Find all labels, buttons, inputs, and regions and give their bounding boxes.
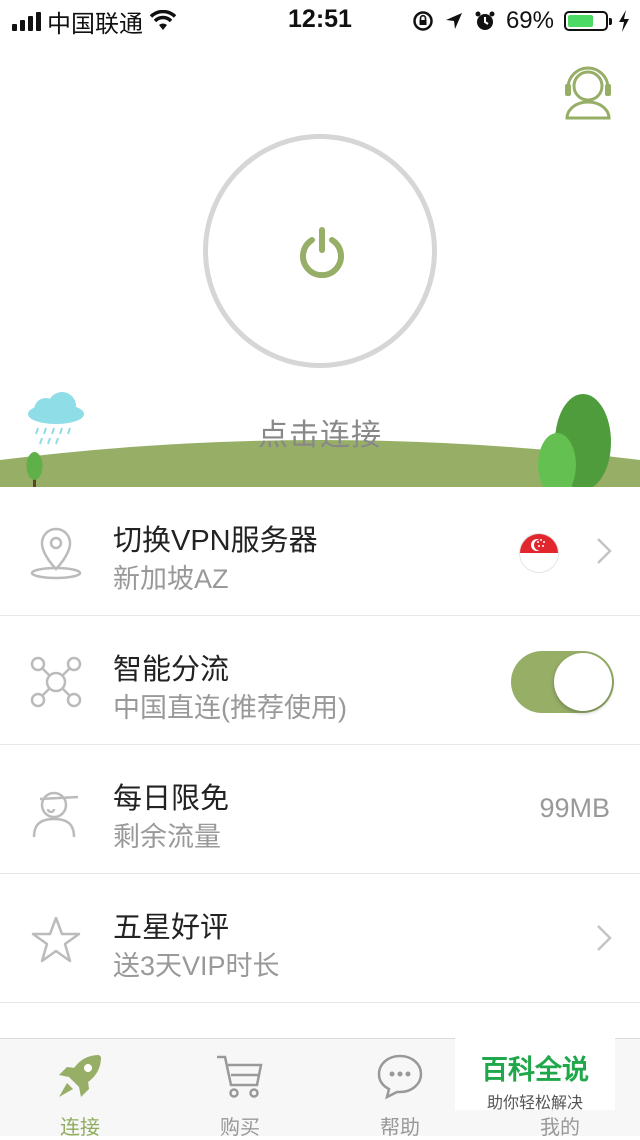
cart-icon	[217, 1055, 263, 1098]
battery-percent: 69%	[505, 7, 554, 34]
smart-split-title: 智能分流	[113, 654, 230, 686]
server-subtitle: 新加坡AZ	[113, 564, 229, 594]
support-icon[interactable]	[562, 62, 614, 120]
smart-split-row: 智能分流 中国直连(推荐使用)	[0, 616, 640, 745]
star-icon	[31, 916, 81, 963]
server-title: 切换VPN服务器	[113, 525, 318, 557]
status-right: 69%	[412, 4, 630, 38]
daily-free-title: 每日限免	[113, 783, 230, 815]
toggle-knob	[554, 653, 612, 711]
rotation-lock-icon	[413, 11, 433, 31]
daily-free-subtitle: 剩余流量	[113, 822, 221, 852]
network-nodes-icon	[30, 656, 82, 708]
power-button[interactable]	[203, 134, 437, 368]
smart-split-subtitle: 中国直连(推荐使用)	[113, 693, 347, 723]
daily-free-row[interactable]: 每日限免 剩余流量 99MB	[0, 745, 640, 874]
rocket-icon	[59, 1055, 101, 1097]
chat-icon	[377, 1054, 423, 1100]
tab-buy[interactable]: 购买	[160, 1039, 320, 1139]
settings-list: 切换VPN服务器 新加坡AZ 智能分流 中国直连(推荐使用) 每日限免 剩余流量…	[0, 487, 640, 1003]
server-row[interactable]: 切换VPN服务器 新加坡AZ	[0, 487, 640, 616]
connect-label[interactable]: 点击连接	[0, 410, 640, 454]
watermark-subtitle: 助你轻松解决	[486, 1095, 583, 1112]
smart-split-toggle[interactable]	[511, 651, 614, 713]
chevron-right-icon	[597, 538, 612, 564]
rating-row[interactable]: 五星好评 送3天VIP时长	[0, 874, 640, 1003]
user-cap-icon	[32, 791, 79, 838]
watermark-title: 百科全说	[481, 1055, 589, 1085]
charging-icon	[619, 10, 629, 32]
power-icon	[300, 227, 344, 278]
chevron-right-icon	[597, 925, 612, 951]
remaining-traffic-value: 99MB	[539, 793, 610, 823]
watermark: 百科全说 助你轻松解决	[455, 1038, 615, 1112]
status-bar: 中国联通 12:51 69%	[0, 0, 640, 40]
battery-level	[568, 15, 593, 27]
singapore-flag-icon	[520, 534, 558, 572]
alarm-icon	[475, 11, 495, 30]
hero: 点击连接	[0, 40, 640, 487]
battery-icon	[564, 11, 612, 31]
rating-subtitle: 送3天VIP时长	[113, 951, 280, 981]
tab-connect[interactable]: 连接	[0, 1039, 160, 1139]
location-pin-icon	[30, 527, 82, 580]
location-icon	[445, 13, 462, 29]
rating-title: 五星好评	[113, 912, 230, 944]
